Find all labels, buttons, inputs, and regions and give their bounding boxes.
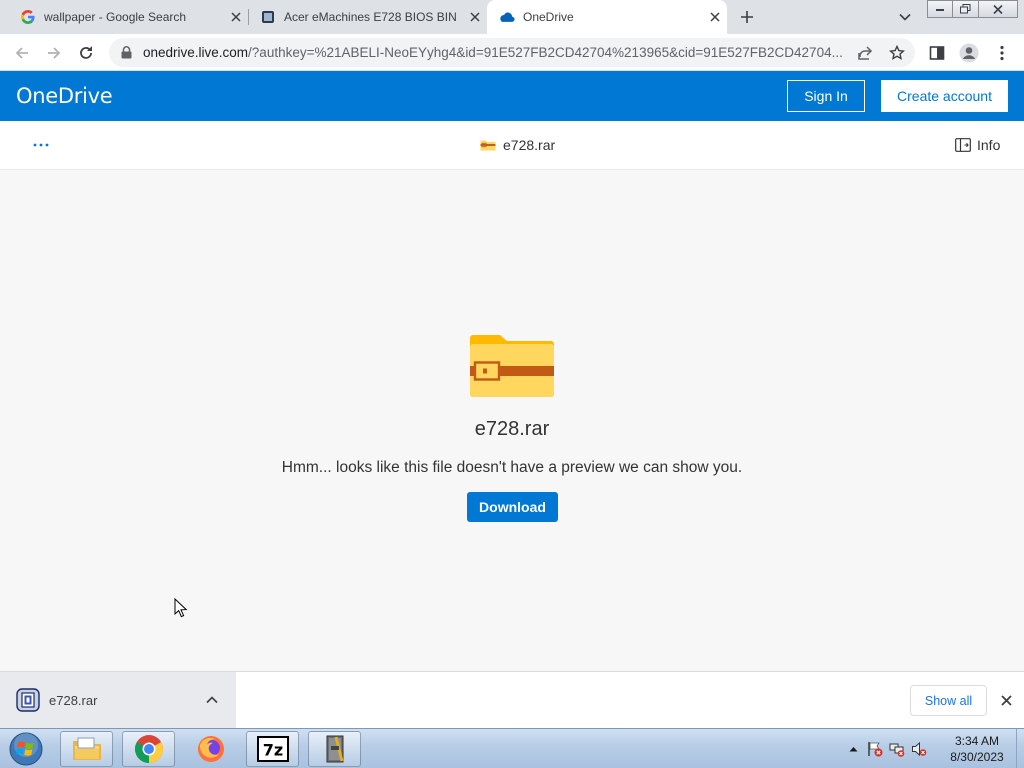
taskbar-explorer[interactable] (60, 731, 113, 767)
minimize-button[interactable] (927, 0, 953, 18)
tab-acer-bios[interactable]: Acer eMachines E728 BIOS BIN (249, 0, 487, 34)
taskbar-winrar[interactable] (308, 731, 361, 767)
download-shelf: e728.rar Show all (0, 671, 1024, 729)
reload-button[interactable] (73, 40, 99, 66)
create-account-button[interactable]: Create account (881, 80, 1008, 112)
volume-muted-icon[interactable] (908, 738, 930, 760)
taskbar-7zip[interactable]: 7z (246, 731, 299, 767)
winrar-icon (326, 735, 343, 763)
google-icon (20, 9, 36, 25)
windows-explorer-icon (72, 737, 101, 760)
system-tray (842, 729, 930, 768)
archive-folder-icon (480, 139, 496, 151)
show-desktop-button[interactable] (1016, 729, 1024, 768)
browser-toolbar: onedrive.live.com/?authkey=%21ABELI-NeoE… (0, 34, 1024, 71)
lock-icon[interactable] (121, 46, 135, 59)
side-panel-button[interactable] (924, 40, 950, 66)
clock-date: 8/30/2023 (950, 750, 1004, 764)
start-button[interactable] (6, 730, 46, 768)
close-icon[interactable] (228, 9, 244, 25)
mouse-cursor-icon (174, 598, 188, 618)
close-icon[interactable] (707, 9, 723, 25)
chevron-up-icon[interactable] (204, 692, 220, 708)
more-options-button[interactable] (30, 135, 52, 155)
preview-area: e728.rar Hmm... looks like this file doe… (0, 171, 1024, 671)
taskbar-firefox[interactable] (184, 731, 237, 767)
forward-button[interactable] (41, 40, 67, 66)
close-icon[interactable] (467, 9, 483, 25)
action-center-flag-icon[interactable] (864, 738, 886, 760)
bookmark-star-icon[interactable] (888, 44, 906, 62)
window-close-button[interactable] (979, 0, 1018, 18)
info-panel-icon (955, 138, 971, 152)
command-bar: e728.rar Info (0, 121, 1024, 170)
info-label: Info (977, 137, 1001, 153)
system-clock[interactable]: 3:34 AM 8/30/2023 (940, 733, 1014, 765)
url-host: onedrive.live.com (143, 45, 249, 60)
taskbar: 7z 3:34 AM 8/30/2023 (0, 728, 1024, 768)
file-title: e728.rar (480, 137, 555, 153)
screen: wallpaper - Google Search Acer eMachines… (0, 0, 1024, 768)
clock-time: 3:34 AM (954, 734, 1000, 748)
share-icon[interactable] (856, 44, 874, 62)
url-text[interactable]: onedrive.live.com/?authkey=%21ABELI-NeoE… (143, 45, 853, 60)
file-title-text: e728.rar (503, 137, 556, 153)
show-hidden-icons-icon[interactable] (842, 738, 864, 760)
tab-search-button[interactable] (895, 8, 915, 26)
info-button[interactable]: Info (955, 137, 1000, 153)
download-item-name: e728.rar (49, 693, 98, 708)
winrar-file-icon (16, 688, 40, 712)
profile-avatar[interactable] (956, 40, 982, 66)
chrome-icon (134, 735, 163, 763)
no-preview-message: Hmm... looks like this file doesn't have… (281, 459, 743, 476)
svg-text:7z: 7z (262, 741, 282, 760)
tab-title: OneDrive (523, 10, 574, 24)
address-bar[interactable]: onedrive.live.com/?authkey=%21ABELI-NeoE… (109, 38, 915, 67)
url-path: /?authkey=%21ABELI-NeoEYyhg4&id=91E527FB… (248, 45, 843, 60)
tab-google-search[interactable]: wallpaper - Google Search (0, 0, 248, 34)
7zip-icon: 7z (256, 736, 289, 762)
tab-onedrive[interactable]: OneDrive (487, 0, 727, 34)
window-controls (927, 0, 1018, 18)
tab-title: Acer eMachines E728 BIOS BIN (284, 10, 457, 24)
download-button[interactable]: Download (467, 492, 558, 522)
download-item[interactable]: e728.rar (0, 672, 236, 729)
back-button[interactable] (9, 40, 35, 66)
archive-folder-icon (470, 335, 554, 397)
preview-file-name: e728.rar (474, 418, 550, 440)
onedrive-logo-text[interactable]: OneDrive (16, 84, 113, 108)
network-icon[interactable] (886, 738, 908, 760)
show-all-button[interactable]: Show all (910, 685, 987, 716)
onedrive-cloud-icon (499, 9, 515, 25)
onedrive-header: OneDrive Sign In Create account (0, 71, 1024, 121)
sign-in-button[interactable]: Sign In (787, 80, 865, 112)
restore-button[interactable] (953, 0, 979, 18)
tab-title: wallpaper - Google Search (44, 10, 187, 24)
tab-strip: wallpaper - Google Search Acer eMachines… (0, 0, 1024, 34)
page-icon (260, 9, 276, 25)
new-tab-button[interactable] (736, 7, 758, 27)
firefox-icon (197, 736, 224, 762)
close-shelf-icon[interactable] (997, 691, 1015, 709)
menu-kebab-icon[interactable] (989, 40, 1015, 66)
taskbar-chrome[interactable] (122, 731, 175, 767)
